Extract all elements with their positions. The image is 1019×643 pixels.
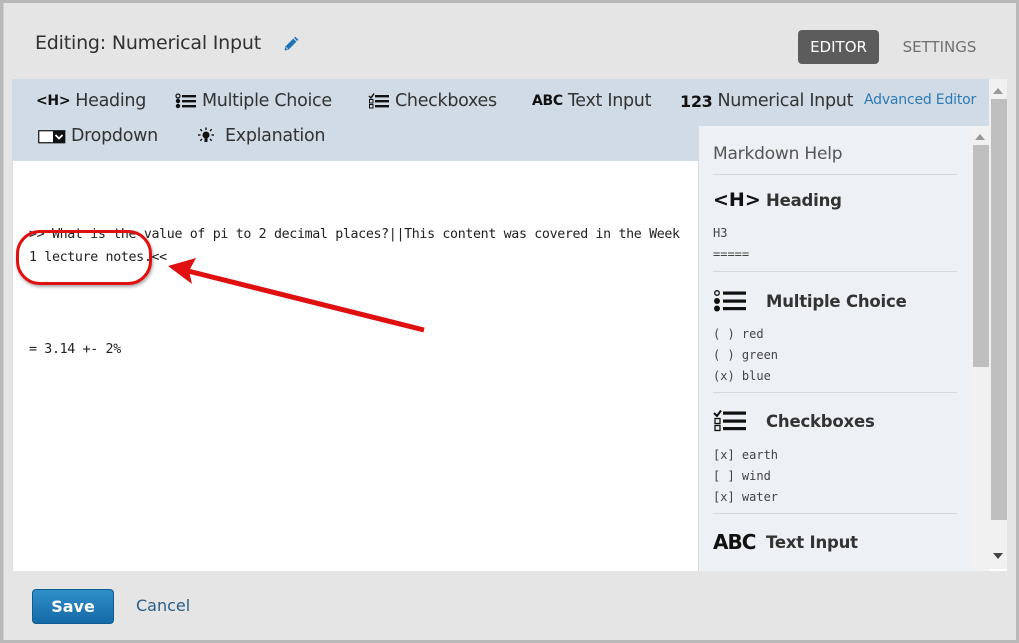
advanced-editor-link[interactable]: Advanced Editor xyxy=(864,92,976,108)
checkboxes-icon xyxy=(368,93,390,109)
help-panel-scrollbar[interactable] xyxy=(971,126,989,571)
help-text-input-section: ABC Text Input xyxy=(713,530,858,554)
markdown-textarea[interactable]: >> What is the value of pi to 2 decimal … xyxy=(12,161,698,571)
help-heading-section: <H> Heading xyxy=(713,189,842,211)
heading-icon: <H> xyxy=(713,189,761,211)
help-multiple-choice-section: Multiple Choice xyxy=(713,290,907,312)
cancel-button[interactable]: Cancel xyxy=(136,596,190,615)
multiple-choice-icon xyxy=(175,93,197,109)
toolbar-explanation-button[interactable]: Explanation xyxy=(197,126,325,146)
divider xyxy=(713,513,957,514)
numerical-input-icon: 123 xyxy=(680,91,713,111)
toolbar-dropdown-button[interactable]: Dropdown xyxy=(38,126,158,146)
checkboxes-icon xyxy=(713,410,759,432)
scroll-up-icon[interactable] xyxy=(989,84,1007,98)
scroll-down-icon[interactable] xyxy=(989,549,1007,563)
toolbar-text-input-label: Text Input xyxy=(567,91,652,111)
toolbar-explanation-label: Explanation xyxy=(225,126,326,146)
help-checkboxes-code: [x] earth [ ] wind [x] water xyxy=(713,448,779,504)
tab-settings[interactable]: SETTINGS xyxy=(892,30,987,64)
help-title: Markdown Help xyxy=(713,144,843,164)
help-scrollbar-thumb[interactable] xyxy=(973,145,989,367)
toolbar-heading-label: Heading xyxy=(75,91,147,111)
help-multiple-choice-code: ( ) red ( ) green (x) blue xyxy=(713,327,779,383)
question-line: >> What is the value of pi to 2 decimal … xyxy=(29,227,688,265)
text-input-icon: ABC xyxy=(713,530,756,554)
editor-modal: Editing: Numerical Input EDITOR SETTINGS… xyxy=(3,3,1016,640)
answer-line: = 3.14 +- 2% xyxy=(29,342,121,357)
page-title: Editing: Numerical Input xyxy=(35,32,261,54)
divider xyxy=(713,392,957,393)
divider xyxy=(713,174,957,175)
editor-scrollbar[interactable] xyxy=(989,79,1007,569)
pencil-icon[interactable] xyxy=(283,35,300,52)
text-input-icon: ABC xyxy=(532,93,563,109)
toolbar-heading-button[interactable]: <H> Heading xyxy=(36,91,146,111)
markdown-help-panel: Markdown Help <H> Heading H3 ===== Multi… xyxy=(698,126,971,571)
toolbar-multiple-choice-button[interactable]: Multiple Choice xyxy=(175,91,332,111)
toolbar-text-input-button[interactable]: ABC Text Input xyxy=(532,91,651,111)
heading-icon: <H> xyxy=(36,93,71,109)
toolbar-numerical-input-label: Numerical Input xyxy=(717,91,854,111)
editor-area: <H> Heading Multiple Choice Checkboxes A… xyxy=(12,79,1007,571)
modal-header: Editing: Numerical Input EDITOR SETTINGS xyxy=(4,3,1016,81)
multiple-choice-icon xyxy=(713,290,759,312)
lightbulb-icon xyxy=(197,127,215,145)
toolbar-numerical-input-button[interactable]: 123 Numerical Input xyxy=(680,91,853,111)
toolbar-dropdown-label: Dropdown xyxy=(71,126,158,146)
scroll-up-icon[interactable] xyxy=(971,130,989,144)
modal-footer: Save Cancel xyxy=(4,571,1016,640)
help-heading-code: H3 ===== xyxy=(713,226,750,261)
divider xyxy=(713,271,957,272)
editor-scrollbar-thumb[interactable] xyxy=(991,99,1007,520)
help-checkboxes-section: Checkboxes xyxy=(713,410,875,432)
dropdown-icon xyxy=(38,129,66,144)
save-button[interactable]: Save xyxy=(32,589,114,624)
toolbar-multiple-choice-label: Multiple Choice xyxy=(202,91,332,111)
toolbar-checkboxes-label: Checkboxes xyxy=(395,91,497,111)
tab-editor[interactable]: EDITOR xyxy=(798,30,879,64)
toolbar-checkboxes-button[interactable]: Checkboxes xyxy=(368,91,497,111)
